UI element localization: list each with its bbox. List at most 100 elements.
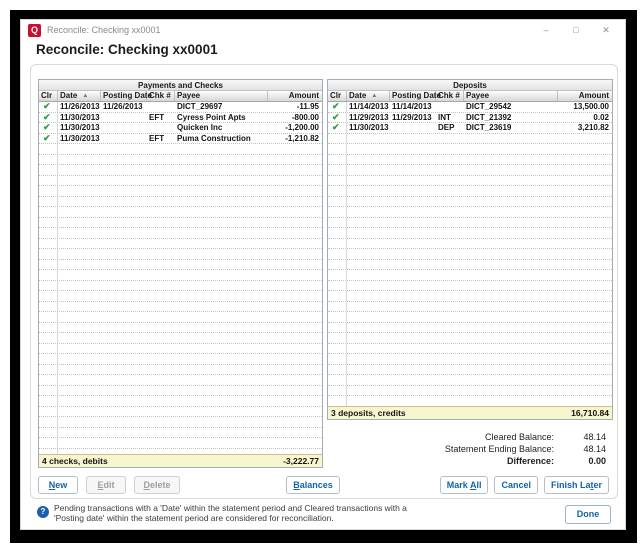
minimize-icon[interactable]: –: [541, 25, 551, 36]
cleared-checkmark-icon[interactable]: ✔: [328, 102, 347, 112]
empty-clr-cell: [39, 428, 58, 438]
empty-cell: [58, 312, 322, 322]
column-header-payee[interactable]: Payee: [464, 91, 558, 101]
cleared-balance-value: 48.14: [554, 431, 606, 443]
cell-chk-number: [147, 102, 175, 112]
empty-clr-cell: [328, 312, 347, 322]
column-header-chk[interactable]: Chk #: [147, 91, 175, 101]
empty-row: [328, 134, 612, 145]
difference-label: Difference:: [507, 455, 554, 467]
empty-cell: [347, 260, 612, 270]
cell-posting-date: 11/29/2013: [390, 113, 436, 123]
transaction-row[interactable]: ✔11/30/2013EFTPuma Construction-1,210.82: [39, 134, 322, 145]
empty-clr-cell: [39, 386, 58, 396]
column-header-clr[interactable]: Clr: [328, 91, 347, 101]
difference-row: Difference: 0.00: [376, 455, 606, 467]
empty-cell: [58, 218, 322, 228]
empty-clr-cell: [39, 239, 58, 249]
cell-date: 11/30/2013: [58, 123, 101, 133]
cell-chk-number: EFT: [147, 113, 175, 123]
reconcile-dialog: Q Reconcile: Checking xx0001 – □ ✕ Recon…: [20, 19, 626, 530]
quicken-logo-icon: Q: [28, 24, 41, 37]
empty-row: [328, 249, 612, 260]
mark-all-button[interactable]: Mark All: [440, 476, 489, 494]
empty-clr-cell: [328, 281, 347, 291]
cell-date: 11/30/2013: [58, 113, 101, 123]
maximize-icon[interactable]: □: [571, 25, 581, 36]
cell-amount: -1,200.00: [268, 123, 322, 133]
finish-later-button[interactable]: Finish Later: [544, 476, 609, 494]
empty-row: [39, 438, 322, 449]
cleared-checkmark-icon[interactable]: ✔: [39, 102, 58, 112]
empty-cell: [347, 312, 612, 322]
transaction-row[interactable]: ✔11/14/201311/14/2013DICT_2954213,500.00: [328, 102, 612, 113]
cell-payee: DICT_21392: [464, 113, 558, 123]
cell-payee: Puma Construction: [175, 134, 268, 144]
column-header-label: Date: [60, 91, 77, 100]
deposits-table: DepositsClrDate▲Posting DateChk #PayeeAm…: [327, 79, 613, 420]
transaction-row[interactable]: ✔11/30/2013Quicken Inc-1,200.00: [39, 123, 322, 134]
summary-label: 3 deposits, credits: [331, 408, 406, 418]
cell-date: 11/26/2013: [58, 102, 101, 112]
empty-cell: [347, 176, 612, 186]
done-button[interactable]: Done: [565, 505, 611, 524]
empty-cell: [58, 239, 322, 249]
cell-chk-number: EFT: [147, 134, 175, 144]
empty-cell: [347, 365, 612, 375]
empty-row: [39, 144, 322, 155]
empty-cell: [347, 344, 612, 354]
empty-clr-cell: [328, 291, 347, 301]
empty-row: [39, 407, 322, 418]
column-header-row: ClrDate▲Posting DateChk #Payee Amount: [39, 91, 322, 102]
titlebar: Q Reconcile: Checking xx0001 – □ ✕: [21, 20, 625, 40]
empty-cell: [58, 333, 322, 343]
column-header-label: Date: [349, 91, 366, 100]
cleared-checkmark-icon[interactable]: ✔: [39, 113, 58, 123]
cleared-checkmark-icon[interactable]: ✔: [328, 123, 347, 133]
column-header-date[interactable]: Date▲: [58, 91, 101, 101]
balances-button[interactable]: Balances: [286, 476, 340, 494]
cancel-button[interactable]: Cancel: [494, 476, 538, 494]
empty-clr-cell: [39, 438, 58, 448]
transaction-row[interactable]: ✔11/26/201311/26/2013DICT_29697-11.95: [39, 102, 322, 113]
column-header-clr[interactable]: Clr: [39, 91, 58, 101]
edit-button[interactable]: Edit: [86, 476, 126, 494]
empty-cell: [58, 165, 322, 175]
cleared-checkmark-icon[interactable]: ✔: [39, 134, 58, 144]
empty-row: [39, 260, 322, 271]
column-header-posting-date[interactable]: Posting Date: [101, 91, 147, 101]
empty-clr-cell: [328, 134, 347, 144]
column-header-payee[interactable]: Payee: [175, 91, 268, 101]
empty-cell: [58, 176, 322, 186]
column-header-chk[interactable]: Chk #: [436, 91, 464, 101]
empty-row: [39, 207, 322, 218]
cleared-checkmark-icon[interactable]: ✔: [39, 123, 58, 133]
cell-posting-date: [101, 113, 147, 123]
empty-cell: [347, 218, 612, 228]
transaction-row[interactable]: ✔11/29/201311/29/2013INTDICT_213920.02: [328, 113, 612, 124]
empty-cell: [58, 291, 322, 301]
column-header-amount[interactable]: Amount: [268, 91, 322, 101]
cleared-checkmark-icon[interactable]: ✔: [328, 113, 347, 123]
empty-row: [328, 302, 612, 313]
empty-row: [328, 207, 612, 218]
summary-label: 4 checks, debits: [42, 456, 108, 466]
empty-clr-cell: [328, 302, 347, 312]
statement-ending-balance-label: Statement Ending Balance:: [445, 443, 554, 455]
column-header-posting-date[interactable]: Posting Date: [390, 91, 436, 101]
column-header-label: Amount: [289, 91, 319, 100]
column-header-date[interactable]: Date▲: [347, 91, 390, 101]
empty-clr-cell: [328, 344, 347, 354]
new-button[interactable]: New: [38, 476, 78, 494]
empty-cell: [58, 428, 322, 438]
empty-cell: [347, 323, 612, 333]
empty-clr-cell: [39, 291, 58, 301]
empty-clr-cell: [39, 312, 58, 322]
empty-clr-cell: [39, 344, 58, 354]
column-header-amount[interactable]: Amount: [558, 91, 612, 101]
empty-cell: [58, 365, 322, 375]
close-icon[interactable]: ✕: [601, 25, 611, 36]
transaction-row[interactable]: ✔11/30/2013DEPDICT_236193,210.82: [328, 123, 612, 134]
delete-button[interactable]: Delete: [134, 476, 180, 494]
transaction-row[interactable]: ✔11/30/2013EFTCyress Point Apts-800.00: [39, 113, 322, 124]
